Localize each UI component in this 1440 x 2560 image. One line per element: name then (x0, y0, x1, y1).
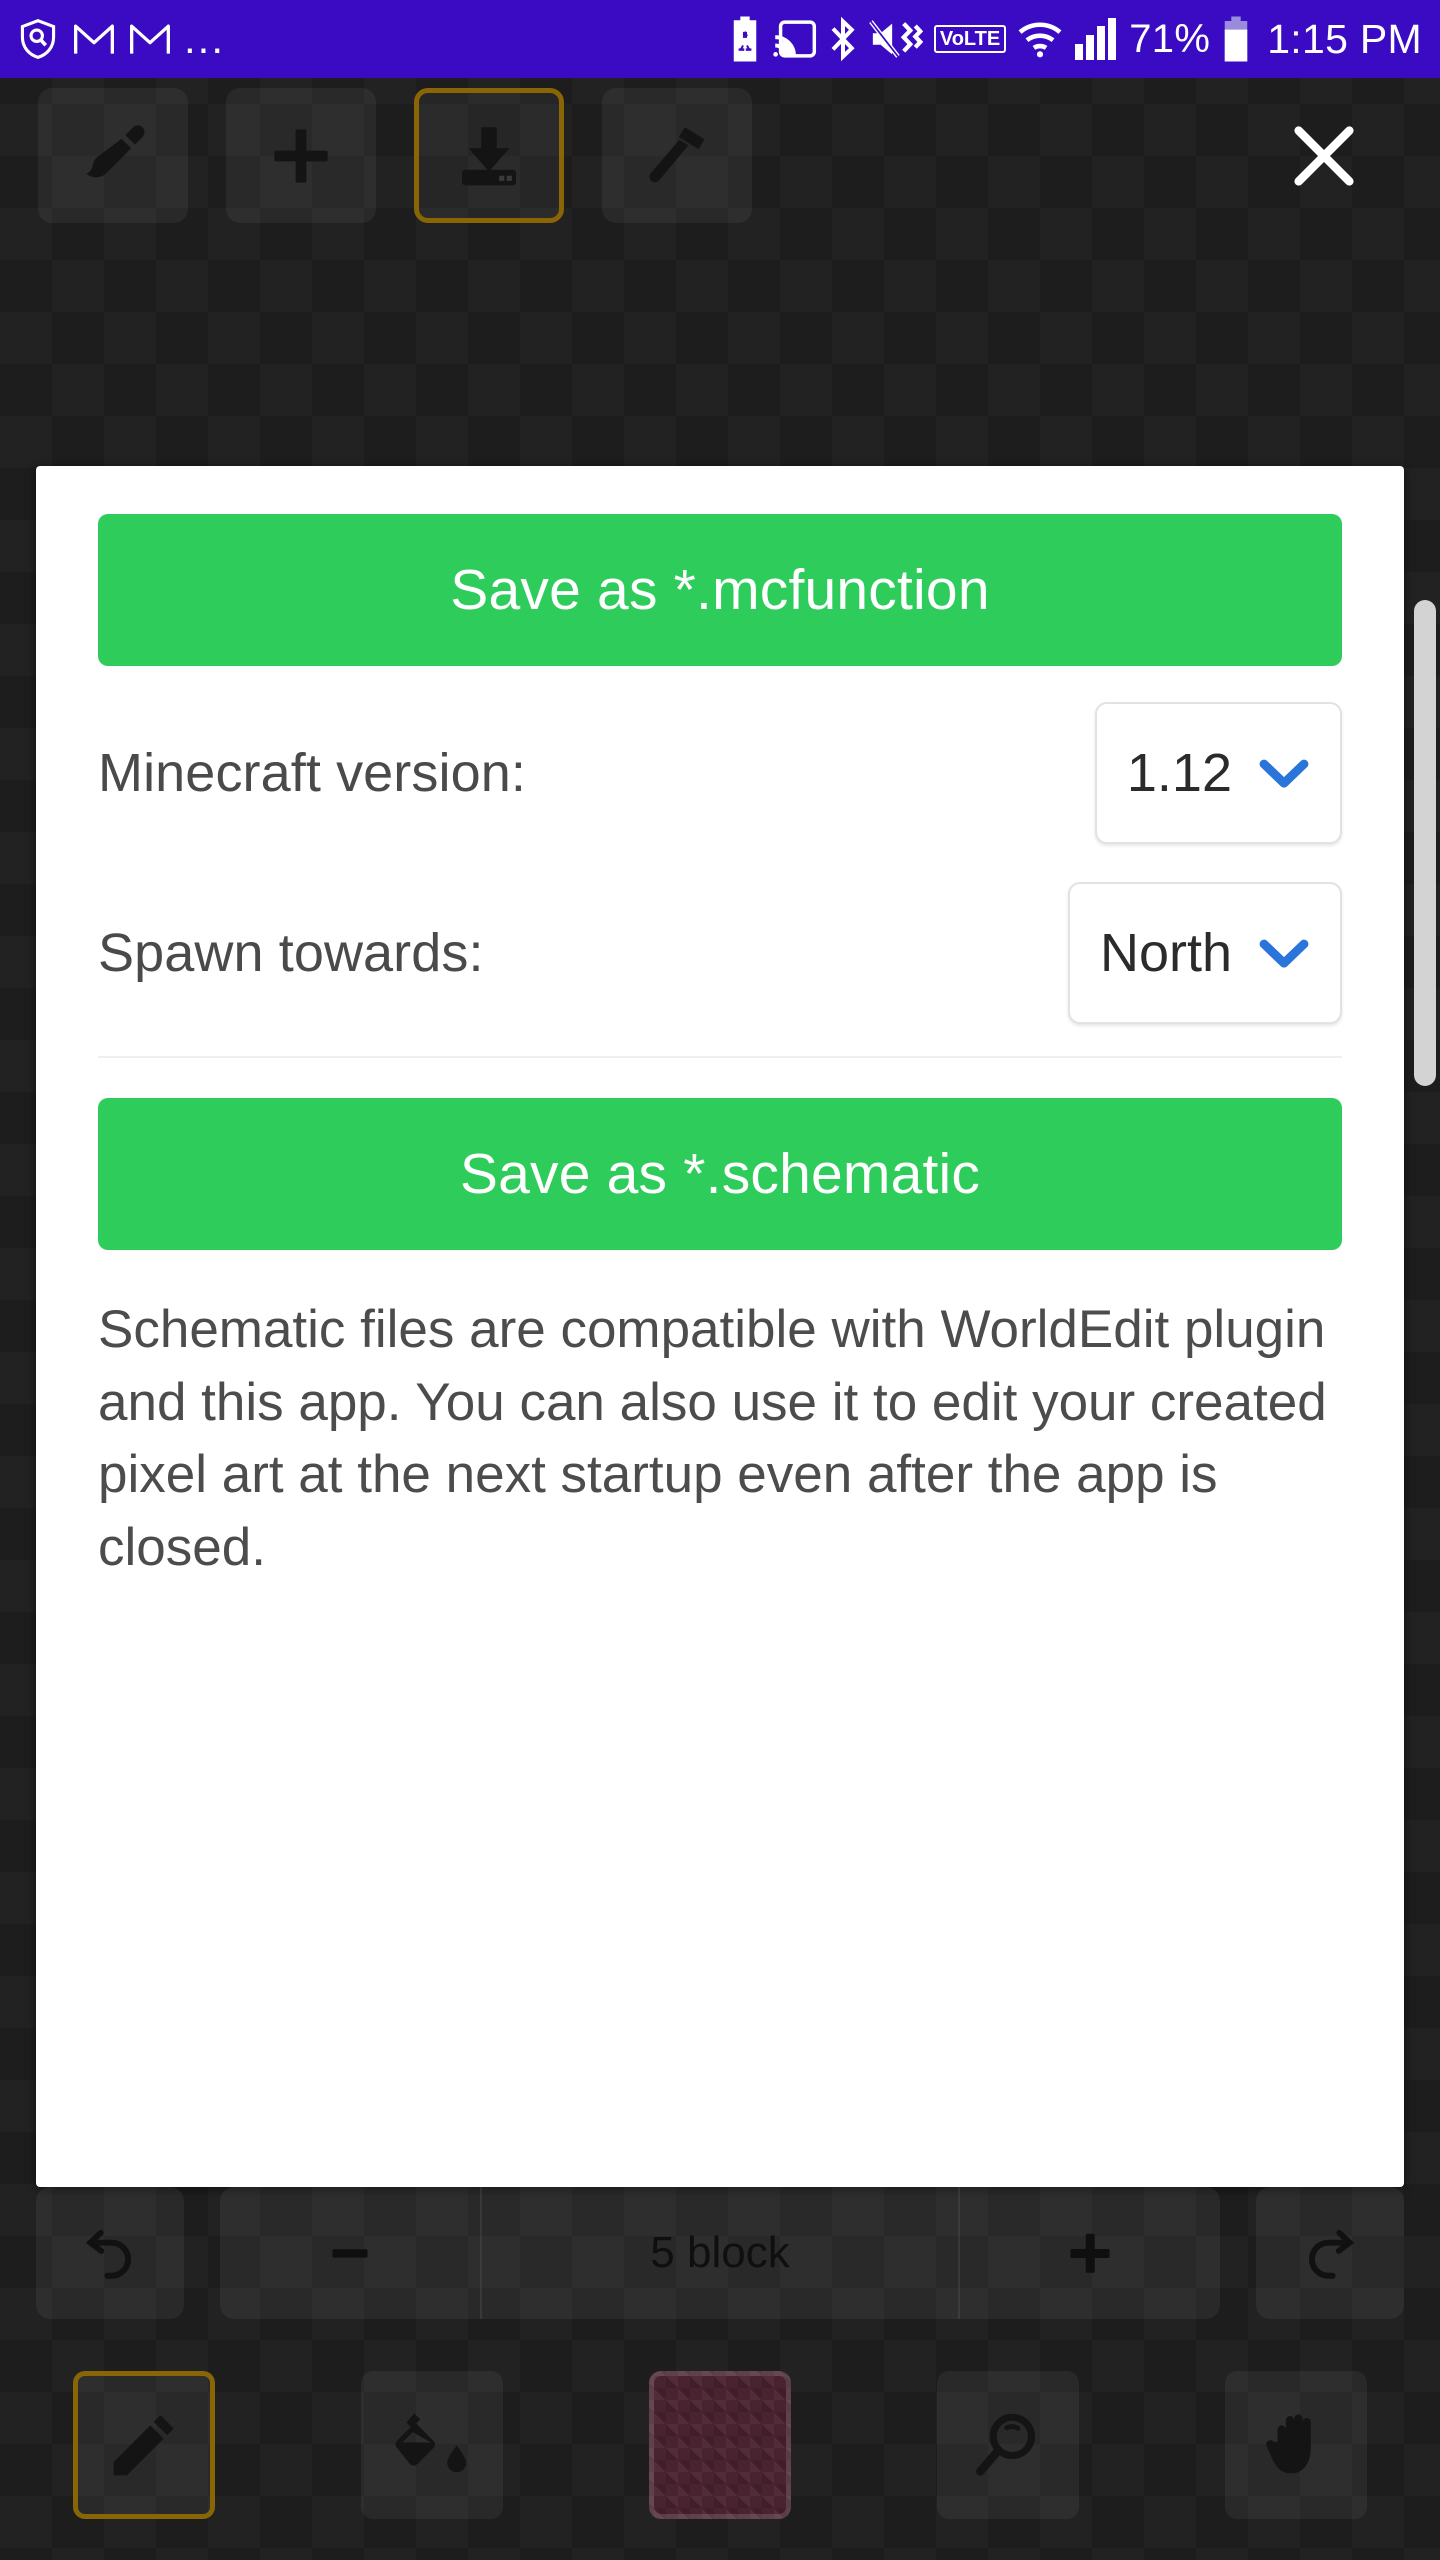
brush-size-stepper: 5 block (220, 2187, 1220, 2319)
pencil-tool-button[interactable] (73, 2371, 215, 2519)
paint-brush-icon (86, 124, 145, 177)
battery-percent-label: 71% (1129, 17, 1211, 61)
save-mcfunction-button[interactable]: Save as *.mcfunction (98, 514, 1342, 666)
zoom-tool-button[interactable] (937, 2371, 1079, 2519)
fill-tool-button[interactable] (361, 2371, 503, 2519)
save-export-button[interactable] (414, 88, 564, 223)
minecraft-version-label: Minecraft version: (98, 743, 526, 803)
redo-button[interactable] (1256, 2187, 1404, 2319)
status-bar-left: ... (16, 16, 225, 62)
volte-icon: VoLTE (933, 25, 1007, 53)
shield-search-icon (20, 19, 56, 59)
plus-icon (274, 128, 328, 183)
signal-icon (1075, 18, 1117, 60)
brush-size-bar: 5 block (0, 2173, 1440, 2333)
clock-label: 1:15 PM (1267, 15, 1422, 62)
wifi-icon (1018, 22, 1062, 58)
gmail-icon (74, 24, 114, 54)
bottom-toolbar (0, 2355, 1440, 2535)
close-icon (1294, 125, 1354, 186)
schematic-description: Schematic files are compatible with Worl… (98, 1300, 1327, 1577)
chevron-down-icon (1259, 759, 1309, 788)
spawn-direction-value: North (1099, 923, 1232, 983)
spawn-direction-select[interactable]: North (1067, 882, 1342, 1024)
pan-tool-button[interactable] (1225, 2371, 1367, 2519)
gmail-icon (130, 24, 170, 54)
plus-icon (1070, 2233, 1110, 2273)
redo-icon (1308, 2229, 1355, 2279)
brush-tool-button[interactable] (38, 88, 188, 223)
save-options-dialog: Save as *.mcfunction Minecraft version: … (36, 466, 1404, 2187)
block-swatch-button[interactable] (649, 2371, 791, 2519)
chevron-down-icon (1259, 939, 1309, 968)
app-root: ... VoLTE 71% 1:15 PM Save as *.mcfuncti… (0, 0, 1440, 2560)
bluetooth-icon (831, 16, 855, 62)
volte-label: VoLTE (939, 28, 1001, 50)
status-bar: ... VoLTE 71% 1:15 PM (0, 0, 1440, 78)
battery-icon (1224, 16, 1248, 62)
minus-icon (332, 2249, 368, 2258)
spawn-direction-row: Spawn towards: North (98, 874, 1342, 1032)
status-overflow-label: ... (184, 15, 226, 63)
add-layer-button[interactable] (226, 88, 376, 223)
section-divider (98, 1056, 1342, 1058)
paint-bucket-icon (395, 2413, 467, 2473)
battery-saver-icon (733, 16, 757, 62)
minecraft-version-row: Minecraft version: 1.12 (98, 694, 1342, 852)
minecraft-version-value: 1.12 (1126, 743, 1232, 803)
undo-icon (85, 2229, 132, 2279)
vertical-scrollbar-thumb[interactable] (1414, 600, 1436, 1086)
status-bar-right: VoLTE 71% 1:15 PM (730, 15, 1422, 63)
download-icon (462, 126, 516, 185)
hand-icon (1266, 2414, 1311, 2474)
brush-size-value: 5 block (480, 2187, 960, 2319)
undo-button[interactable] (36, 2187, 184, 2319)
cast-icon (773, 20, 816, 58)
close-dialog-button[interactable] (1278, 110, 1370, 202)
minecraft-version-select[interactable]: 1.12 (1094, 702, 1342, 844)
save-schematic-button[interactable]: Save as *.schematic (98, 1098, 1342, 1250)
magnifier-icon (976, 2413, 1035, 2476)
increase-size-button[interactable] (960, 2187, 1220, 2319)
spawn-direction-label: Spawn towards: (98, 923, 484, 983)
decrease-size-button[interactable] (220, 2187, 480, 2319)
pencil-icon (113, 2415, 174, 2476)
build-tools-button[interactable] (602, 88, 752, 223)
top-toolbar (0, 88, 1440, 223)
mute-vibrate-icon (869, 20, 923, 58)
hammer-icon (649, 126, 705, 182)
